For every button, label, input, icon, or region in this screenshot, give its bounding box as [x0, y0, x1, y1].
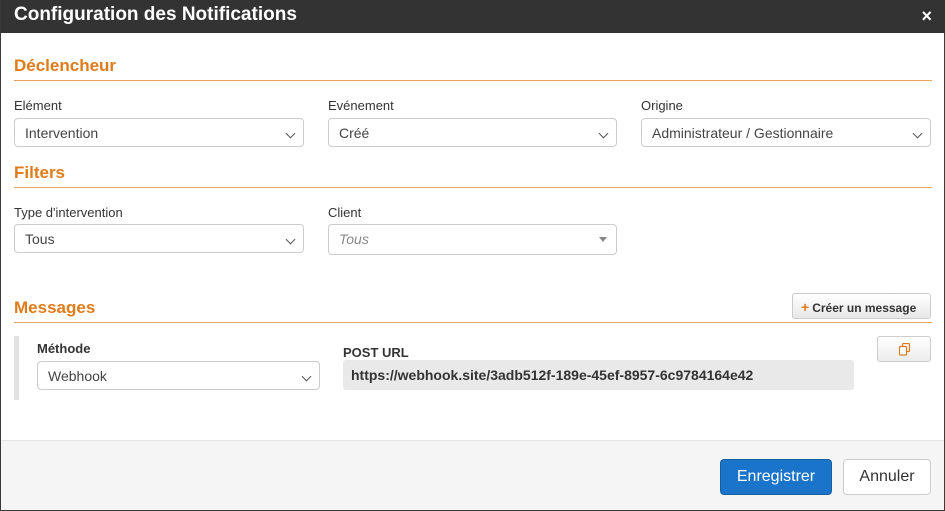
element-select[interactable]: Intervention [14, 118, 304, 147]
origin-select[interactable]: Administrateur / Gestionnaire [641, 118, 931, 147]
intervention-type-label: Type d'intervention [14, 205, 123, 220]
client-select[interactable]: Tous [328, 224, 617, 255]
event-select-value: Créé [339, 125, 370, 141]
plus-icon: + [801, 299, 810, 315]
filters-section-title: Filters [14, 163, 66, 182]
chevron-down-icon [912, 128, 923, 139]
client-label: Client [328, 205, 362, 220]
chevron-down-icon [598, 128, 609, 139]
event-select[interactable]: Créé [328, 118, 617, 147]
create-message-label: Créer un message [812, 301, 917, 315]
message-item-bar [14, 336, 19, 400]
modal-header: Configuration des Notifications × [1, 0, 945, 33]
messages-section-title: Messages [14, 298, 96, 317]
chevron-down-icon [285, 234, 296, 245]
post-url-label: POST URL [343, 345, 409, 360]
intervention-type-select[interactable]: Tous [14, 224, 304, 253]
event-label: Evénement [328, 98, 394, 113]
origin-select-value: Administrateur / Gestionnaire [652, 125, 834, 141]
chevron-down-icon [285, 128, 296, 139]
method-label: Méthode [37, 341, 91, 356]
close-icon[interactable]: × [921, 6, 932, 26]
caret-down-icon [599, 237, 607, 242]
method-select-value: Webhook [48, 368, 107, 384]
filters-divider [14, 187, 932, 188]
copy-button[interactable] [877, 336, 931, 362]
trigger-section-title: Déclencheur [14, 56, 117, 75]
cancel-button[interactable]: Annuler [843, 459, 931, 495]
save-button[interactable]: Enregistrer [720, 459, 832, 495]
modal-title: Configuration des Notifications [14, 4, 297, 25]
chevron-down-icon [301, 371, 312, 382]
trigger-divider [14, 80, 932, 81]
notification-config-modal: Configuration des Notifications × Déclen… [0, 0, 945, 511]
copy-icon [899, 343, 911, 356]
create-message-button[interactable]: + Créer un message [792, 293, 931, 319]
origin-label: Origine [641, 98, 683, 113]
intervention-type-value: Tous [25, 231, 55, 247]
element-label: Elément [14, 98, 62, 113]
element-select-value: Intervention [25, 125, 99, 141]
messages-divider [14, 322, 932, 323]
post-url-value[interactable]: https://webhook.site/3adb512f-189e-45ef-… [343, 360, 854, 390]
client-select-placeholder: Tous [339, 231, 369, 247]
method-select[interactable]: Webhook [37, 361, 320, 390]
